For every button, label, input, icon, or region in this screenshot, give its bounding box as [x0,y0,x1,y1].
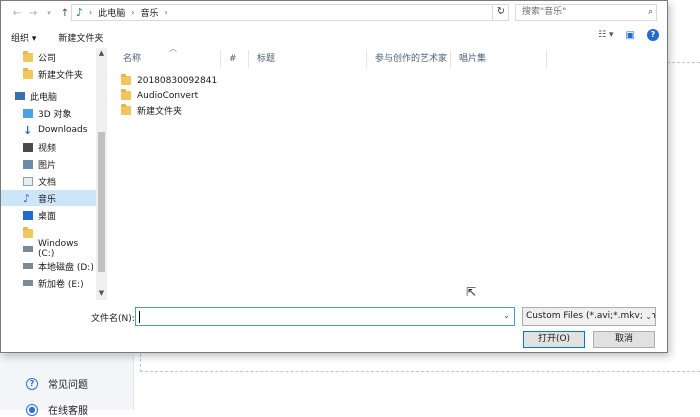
search-icon: ⌕ [647,7,653,17]
organize-button[interactable]: 组织 ▾ [11,31,36,44]
file-row[interactable]: 新建文件夹 [121,103,182,118]
file-name: 新建文件夹 [137,107,183,117]
nav-item-label: 新加卷 (E:) [38,279,84,290]
path-separator-icon[interactable]: › [164,8,167,17]
nav-item-label: 3D 对象 [38,109,72,120]
nav-item-label: 新建文件夹 [38,70,84,81]
open-button[interactable]: 打开(O) [523,331,585,348]
drive-icon [23,280,33,286]
mouse-cursor-icon: ⇱ [466,285,477,299]
column-header-artists[interactable]: 参与创作的艺术家 [369,50,451,68]
pictures-icon [23,159,33,169]
file-type-select[interactable]: Custom Files (*.avi;*.mkv;*.mov ⌄ [522,307,656,326]
nav-item-label: Downloads [38,125,88,135]
nav-item-label: 文档 [38,177,57,188]
music-icon: ♪ [23,191,31,205]
nav-item-label: 公司 [38,53,57,64]
faq-label: 常见问题 [48,380,88,391]
nav-item-downloads[interactable]: ↓ Downloads [1,122,97,138]
view-options-icon[interactable]: ☷ ▾ [598,30,613,40]
path-separator-icon[interactable]: › [131,8,134,17]
music-note-icon: ♪ [76,6,84,19]
sort-ascending-icon: ︿ [169,44,177,53]
nav-scrollbar-thumb[interactable] [98,132,105,272]
recent-dropdown-icon[interactable]: ▾ [41,9,57,17]
nav-item-label: 音乐 [38,194,57,205]
nav-item-label: 此电脑 [30,92,58,103]
nav-item-label: Windows (C:) [38,239,79,259]
folder-icon [121,89,131,100]
forward-arrow-icon[interactable]: → [25,8,41,19]
folder-icon [23,67,33,79]
question-icon: ? [26,377,38,390]
search-placeholder: 搜索"音乐" [522,7,567,17]
search-input[interactable]: 搜索"音乐" ⌕ [515,4,657,21]
folder-icon [23,226,33,238]
background-faq-link[interactable]: ? 常见问题 [26,376,88,391]
nav-item-company[interactable]: 公司 [1,49,97,65]
scroll-down-icon[interactable]: ▼ [97,289,106,297]
navigation-pane: 公司 新建文件夹 此电脑 3D 对象 ↓ Downloads 视频 图片 文档 [1,48,107,300]
new-folder-button[interactable]: 新建文件夹 [58,31,103,44]
column-header-album[interactable]: 唱片集 [453,50,547,68]
video-icon [23,142,33,152]
command-bar: 组织 ▾ 新建文件夹 ☷ ▾ ▣ ? [1,26,669,48]
file-name: AudioConvert [137,90,199,101]
path-segment-music[interactable]: 音乐 [140,6,158,19]
nav-item-drive-d[interactable]: 本地磁盘 (D:) [1,258,97,274]
address-path[interactable]: ♪ › 此电脑 › 音乐 › ⌄ [71,4,509,21]
nav-item-label: 本地磁盘 (D:) [38,262,94,273]
nav-item-music[interactable]: ♪ 音乐 [1,190,97,206]
drive-icon [23,246,33,252]
nav-item-videos[interactable]: 视频 [1,139,97,155]
address-bar: ← → ▾ ↑ ♪ › 此电脑 › 音乐 › ⌄ ↻ 搜索"音乐" ⌕ [1,1,669,25]
3d-objects-icon [23,108,33,118]
file-row[interactable]: 20180830092841 [121,73,217,88]
nav-item-new-folder[interactable]: 新建文件夹 [1,66,97,82]
path-segment-this-pc[interactable]: 此电脑 [98,6,125,19]
open-file-dialog: ← → ▾ ↑ ♪ › 此电脑 › 音乐 › ⌄ ↻ 搜索"音乐" ⌕ 组织 ▾… [0,0,668,353]
documents-icon [23,176,33,186]
nav-item-label: 桌面 [38,211,57,222]
column-header-number[interactable]: # [223,50,249,68]
desktop-icon [23,210,33,220]
path-separator-icon[interactable]: › [89,8,92,17]
nav-item-label: 视频 [38,143,57,154]
drive-icon [23,263,33,269]
folder-icon [23,50,33,62]
download-icon: ↓ [23,123,33,137]
refresh-icon[interactable]: ↻ [492,4,509,21]
computer-icon [15,92,25,100]
text-caret [139,311,140,323]
nav-item-drive-c[interactable]: Windows (C:) [1,239,97,259]
preview-pane-icon[interactable]: ▣ [626,30,635,41]
file-list: 名称 # 标题 参与创作的艺术家 唱片集 20180830092841 Audi… [117,48,667,300]
chevron-down-icon[interactable]: ⌄ [643,308,652,325]
nav-item-this-pc[interactable]: 此电脑 [1,88,97,104]
nav-item-drive-e[interactable]: 新加卷 (E:) [1,275,97,291]
cancel-button[interactable]: 取消 [593,331,655,348]
filename-input[interactable]: ⌄ [135,307,515,326]
file-name: 20180830092841 [137,75,218,86]
filename-label: 文件名(N): [91,314,135,324]
file-row[interactable]: AudioConvert [121,88,198,103]
nav-item-3d-objects[interactable]: 3D 对象 [1,105,97,121]
nav-item-label: 图片 [38,160,57,171]
back-arrow-icon[interactable]: ← [9,8,25,19]
help-icon[interactable]: ? [647,29,659,41]
file-type-value: Custom Files (*.avi;*.mkv;*.mov [526,311,656,321]
nav-item-pictures[interactable]: 图片 [1,156,97,172]
folder-icon [121,74,131,85]
scroll-up-icon[interactable]: ▲ [97,49,106,57]
nav-item-desktop[interactable]: 桌面 [1,207,97,223]
column-header-title[interactable]: 标题 [251,50,367,68]
folder-icon [121,104,131,115]
nav-item-documents[interactable]: 文档 [1,173,97,189]
chevron-down-icon[interactable]: ⌄ [503,311,510,320]
